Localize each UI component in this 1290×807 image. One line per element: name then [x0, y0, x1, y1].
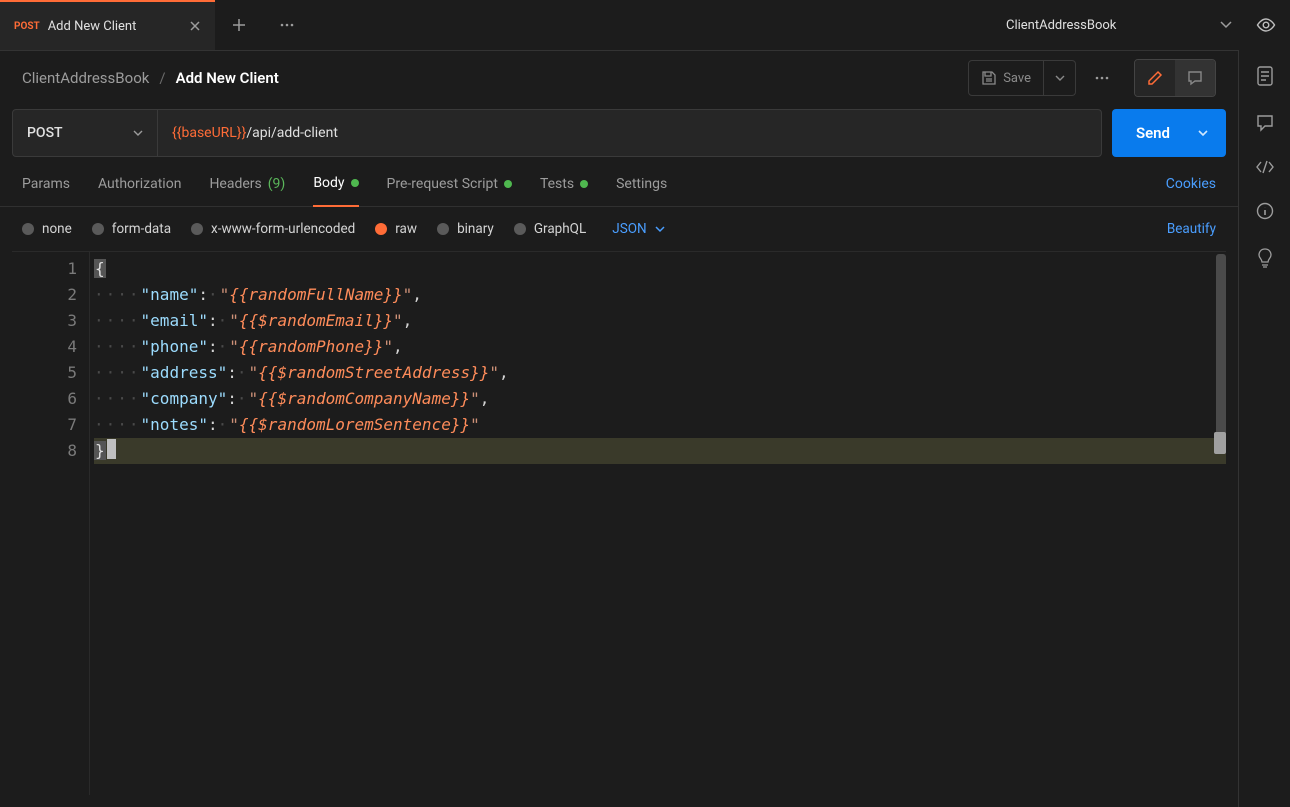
- tab-overflow-button[interactable]: [263, 0, 311, 50]
- tab-settings[interactable]: Settings: [616, 161, 667, 207]
- status-dot-icon: [351, 179, 359, 187]
- radio-graphql[interactable]: GraphQL: [514, 221, 586, 237]
- code-line: ····"company":·"{{$randomCompanyName}}",: [94, 386, 1226, 412]
- new-tab-button[interactable]: [215, 0, 263, 50]
- url-path: /api/add-client: [246, 125, 338, 141]
- status-dot-icon: [504, 180, 512, 188]
- text-cursor: [107, 439, 116, 459]
- tab-tests[interactable]: Tests: [540, 161, 588, 207]
- cookies-link[interactable]: Cookies: [1166, 176, 1216, 192]
- tab-prerequest[interactable]: Pre-request Script: [387, 161, 512, 207]
- request-tab[interactable]: POST Add New Client: [0, 0, 215, 50]
- url-input[interactable]: {{baseURL}}/api/add-client: [158, 110, 1101, 156]
- send-label: Send: [1136, 124, 1170, 142]
- preview-environment-icon[interactable]: [1256, 18, 1276, 32]
- breadcrumb: ClientAddressBook / Add New Client: [22, 69, 279, 87]
- header-row: ClientAddressBook / Add New Client Save: [0, 51, 1238, 105]
- save-button[interactable]: Save: [968, 60, 1044, 96]
- tab-body[interactable]: Body: [313, 161, 358, 207]
- code-line: ····"email":·"{{$randomEmail}}",: [94, 308, 1226, 334]
- code-line: ····"phone":·"{{randomPhone}}",: [94, 334, 1226, 360]
- save-label: Save: [1003, 71, 1031, 86]
- request-tabs: Params Authorization Headers (9) Body Pr…: [0, 161, 1238, 207]
- code-line: ····"name":·"{{randomFullName}}",: [94, 282, 1226, 308]
- save-dropdown-button[interactable]: [1044, 60, 1076, 96]
- beautify-link[interactable]: Beautify: [1167, 221, 1216, 237]
- url-bar: POST {{baseURL}}/api/add-client: [12, 109, 1102, 157]
- radio-icon: [92, 223, 104, 235]
- tab-headers[interactable]: Headers (9): [209, 161, 285, 207]
- tab-bar: POST Add New Client ClientAddressBook: [0, 0, 1290, 50]
- radio-icon: [22, 223, 34, 235]
- chevron-down-icon: [655, 226, 665, 233]
- save-icon: [981, 70, 997, 86]
- headers-count: (9): [268, 176, 286, 192]
- scrollbar-thumb[interactable]: [1216, 254, 1226, 436]
- radio-binary[interactable]: binary: [437, 221, 494, 237]
- breadcrumb-parent[interactable]: ClientAddressBook: [22, 69, 149, 87]
- close-tab-icon[interactable]: [189, 20, 201, 32]
- environment-selector[interactable]: ClientAddressBook: [992, 0, 1290, 50]
- radio-selected-icon: [375, 223, 387, 235]
- lightbulb-icon[interactable]: [1257, 248, 1273, 268]
- chevron-down-icon[interactable]: [1198, 130, 1208, 137]
- status-dot-icon: [580, 180, 588, 188]
- chevron-down-icon: [133, 130, 143, 137]
- comment-mode-button[interactable]: [1175, 60, 1215, 96]
- tab-prerequest-label: Pre-request Script: [387, 176, 498, 192]
- tab-tests-label: Tests: [540, 176, 574, 192]
- line-number-gutter: 1 2 3 4 5 6 7 8: [12, 252, 90, 795]
- radio-x-www-form-urlencoded[interactable]: x-www-form-urlencoded: [191, 221, 355, 237]
- right-sidebar: [1238, 50, 1290, 807]
- info-icon[interactable]: [1256, 202, 1274, 220]
- code-line: ····"address":·"{{$randomStreetAddress}}…: [94, 360, 1226, 386]
- method-value: POST: [27, 125, 63, 141]
- tab-headers-label: Headers: [209, 176, 261, 192]
- radio-form-data[interactable]: form-data: [92, 221, 171, 237]
- radio-icon: [191, 223, 203, 235]
- radio-raw[interactable]: raw: [375, 221, 417, 237]
- environment-name: ClientAddressBook: [1006, 18, 1206, 33]
- documentation-icon[interactable]: [1256, 66, 1274, 86]
- code-icon[interactable]: [1255, 160, 1275, 174]
- send-button[interactable]: Send: [1112, 109, 1226, 157]
- tab-method-badge: POST: [14, 21, 40, 32]
- radio-icon: [514, 223, 526, 235]
- code-line: {: [94, 256, 1226, 282]
- code-area[interactable]: { ····"name":·"{{randomFullName}}", ····…: [90, 252, 1226, 795]
- body-editor[interactable]: 1 2 3 4 5 6 7 8 { ····"name":·"{{randomF…: [12, 251, 1226, 795]
- chevron-down-icon: [1220, 21, 1232, 29]
- tab-body-label: Body: [313, 175, 344, 191]
- body-type-selector: none form-data x-www-form-urlencoded raw…: [0, 207, 1238, 251]
- code-line: ····"notes":·"{{$randomLoremSentence}}": [94, 412, 1226, 438]
- edit-mode-button[interactable]: [1135, 60, 1175, 96]
- url-row: POST {{baseURL}}/api/add-client Send: [0, 105, 1238, 161]
- breadcrumb-separator: /: [159, 69, 165, 87]
- code-line-current: }: [94, 438, 1226, 464]
- http-method-select[interactable]: POST: [13, 110, 158, 156]
- tab-authorization[interactable]: Authorization: [98, 161, 181, 207]
- radio-none[interactable]: none: [22, 221, 72, 237]
- tab-params[interactable]: Params: [22, 161, 70, 207]
- content-type-label: JSON: [612, 221, 646, 237]
- tab-title: Add New Client: [48, 19, 137, 34]
- minimap-end-icon: [1214, 432, 1226, 454]
- radio-icon: [437, 223, 449, 235]
- more-actions-button[interactable]: [1086, 60, 1118, 96]
- breadcrumb-current: Add New Client: [176, 69, 279, 87]
- comments-icon[interactable]: [1256, 114, 1274, 132]
- url-variable: {{baseURL}}: [172, 125, 246, 141]
- content-type-select[interactable]: JSON: [612, 221, 664, 237]
- view-mode-toggle: [1134, 59, 1216, 97]
